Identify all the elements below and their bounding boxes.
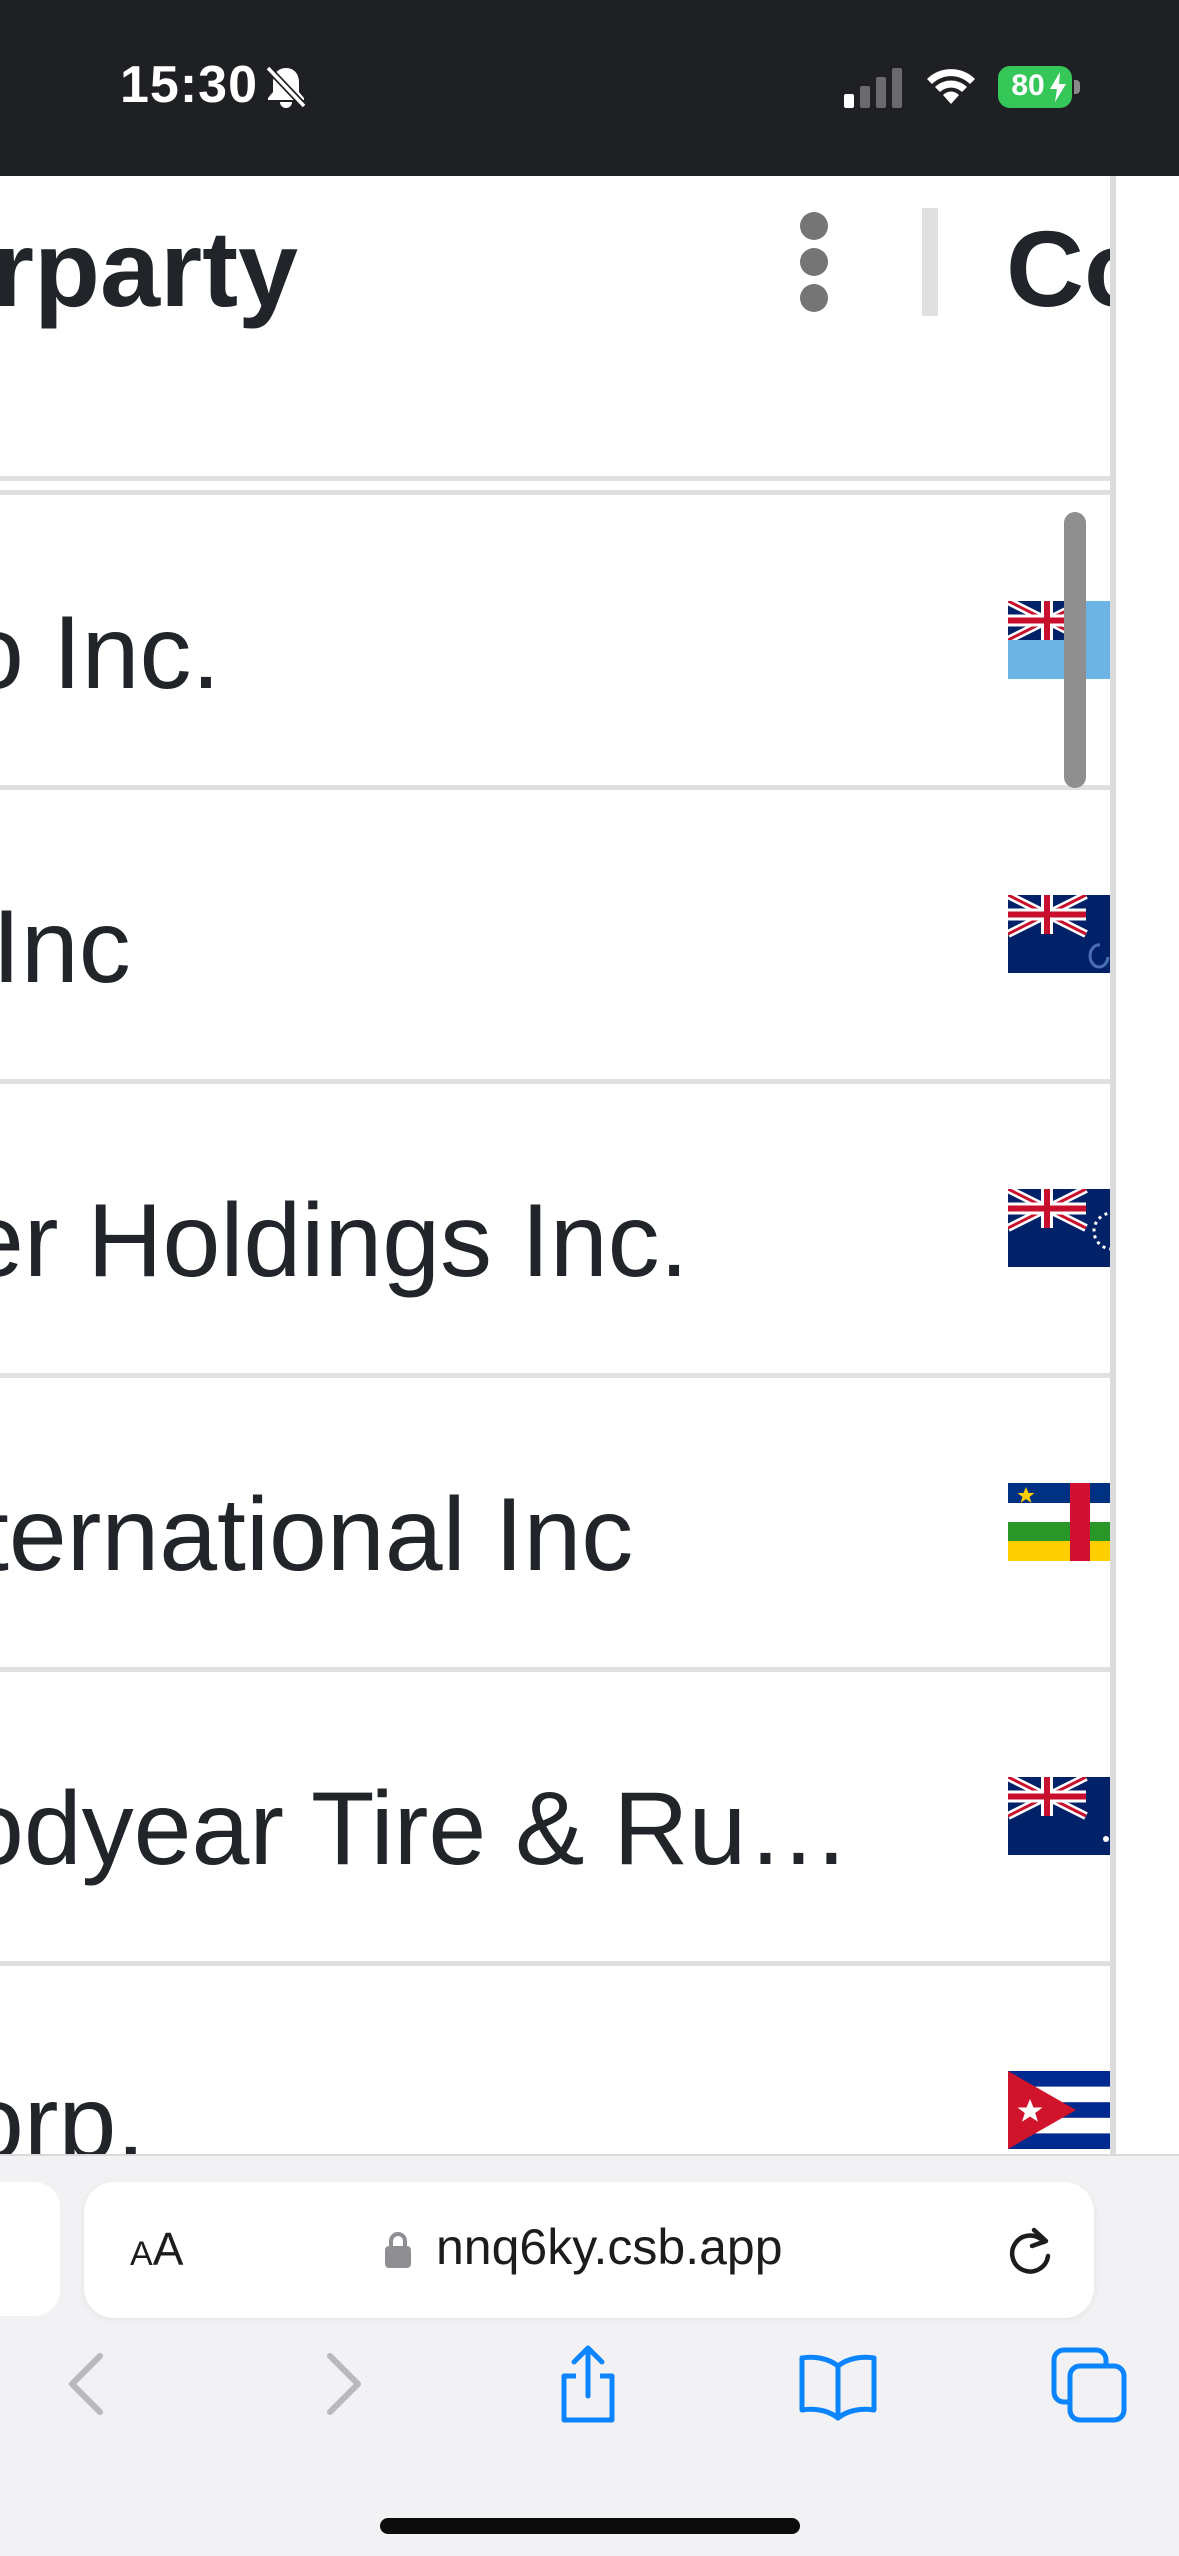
table-row[interactable]: Inc bbox=[0, 790, 1110, 1084]
cook-islands-flag bbox=[1008, 1189, 1110, 1267]
page-margin bbox=[1116, 176, 1179, 2154]
table-row[interactable]: er Holdings Inc. bbox=[0, 1084, 1110, 1378]
bookmarks-icon[interactable] bbox=[798, 2344, 878, 2424]
reload-icon[interactable] bbox=[1004, 2222, 1056, 2278]
british-ensign-flag bbox=[1008, 895, 1110, 973]
forward-icon[interactable] bbox=[302, 2344, 382, 2424]
cuba-flag bbox=[1008, 2071, 1110, 2149]
home-indicator[interactable] bbox=[380, 2518, 800, 2534]
data-table: rparty Co o Inc. Inc bbox=[0, 176, 1110, 2154]
column-resize-handle[interactable] bbox=[922, 208, 938, 316]
battery-charging-icon: 80 bbox=[998, 66, 1082, 108]
column-header-counterparty[interactable]: rparty bbox=[0, 206, 298, 331]
row-name: er Holdings Inc. bbox=[0, 1183, 689, 1299]
cayman-islands-flag bbox=[1008, 601, 1110, 679]
wifi-icon bbox=[927, 69, 975, 104]
column-header-next[interactable]: Co bbox=[1006, 206, 1110, 331]
vertical-scrollbar-thumb[interactable] bbox=[1064, 512, 1086, 788]
table-row[interactable]: odyear Tire & Ru… bbox=[0, 1672, 1110, 1966]
header-divider bbox=[0, 476, 1110, 481]
table-row[interactable]: ternational Inc bbox=[0, 1378, 1110, 1672]
back-icon[interactable] bbox=[48, 2344, 128, 2424]
status-time: 15:30 bbox=[120, 56, 258, 114]
row-name: o Inc. bbox=[0, 595, 221, 711]
row-name: Inc bbox=[0, 889, 131, 1005]
tabs-icon[interactable] bbox=[1050, 2344, 1130, 2424]
table-row[interactable]: orp. bbox=[0, 1966, 1110, 2154]
table-row[interactable]: o Inc. bbox=[0, 496, 1110, 790]
url-text[interactable]: nnq6ky.csb.app bbox=[436, 2218, 783, 2276]
row-name: odyear Tire & Ru… bbox=[0, 1771, 851, 1887]
share-icon[interactable] bbox=[548, 2344, 628, 2424]
cellular-signal-icon bbox=[844, 68, 902, 108]
bell-slash-icon bbox=[265, 65, 307, 109]
central-african-republic-flag bbox=[1008, 1483, 1110, 1561]
british-ensign-flag bbox=[1008, 1777, 1110, 1855]
lock-icon bbox=[385, 2232, 411, 2268]
address-bar[interactable]: AA nnq6ky.csb.app bbox=[84, 2182, 1094, 2318]
previous-tab-preview[interactable] bbox=[0, 2182, 60, 2316]
column-menu-button[interactable] bbox=[792, 208, 836, 318]
text-size-button[interactable]: AA bbox=[130, 2222, 183, 2276]
status-bar: 15:30 80 bbox=[0, 0, 1179, 176]
row-name: orp. bbox=[0, 2065, 146, 2154]
charging-bolt-icon bbox=[1050, 72, 1066, 102]
header-divider bbox=[0, 490, 1110, 495]
row-name: ternational Inc bbox=[0, 1477, 634, 1593]
